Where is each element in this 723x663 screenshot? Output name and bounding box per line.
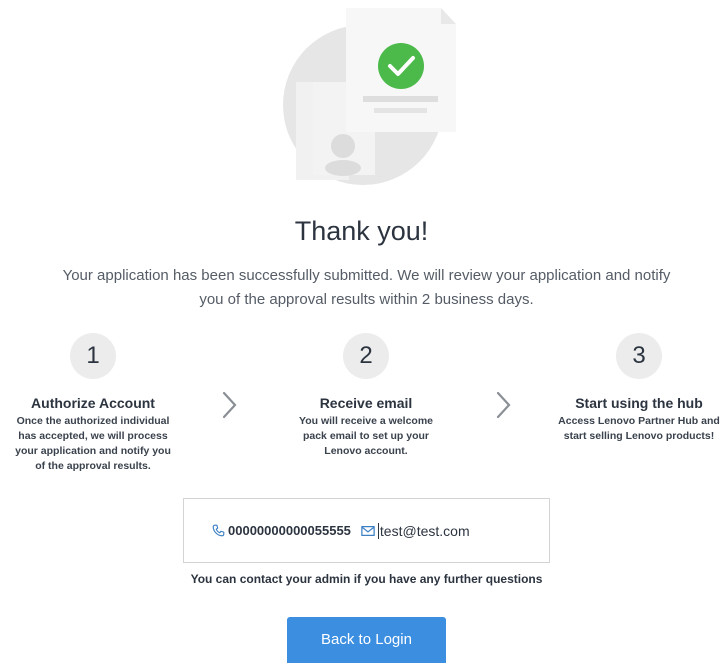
step-authorize-account: 1 Authorize Account Once the authorized … [8, 333, 178, 474]
step-description: You will receive a welcome pack email to… [281, 414, 451, 459]
step-description-line: Once the authorized individual [16, 415, 170, 427]
mail-icon [361, 525, 375, 536]
step-description-line: Lenovo account. [324, 445, 408, 457]
back-to-login-button[interactable]: Back to Login [287, 617, 446, 663]
step-title: Receive email [319, 395, 413, 411]
confirmation-message-line: you of the approval results within 2 bus… [199, 291, 534, 308]
step-number: 2 [343, 333, 389, 379]
confirmation-message-line: Your application has been successfully s… [62, 267, 671, 284]
chevron-right-icon [496, 391, 511, 419]
phone-number: 00000000000055555 [228, 523, 351, 538]
chevron-right-icon [222, 391, 237, 419]
step-number: 1 [70, 333, 116, 379]
step-receive-email: 2 Receive email You will receive a welco… [281, 333, 451, 459]
step-description-line: Access Lenovo Partner Hub and [558, 415, 720, 427]
step-description-line: You will receive a welcome [298, 415, 434, 427]
admin-contact-box: 00000000000055555 test@test.com [183, 498, 550, 563]
step-number: 3 [616, 333, 662, 379]
confirmation-message: Your application has been successfully s… [50, 264, 683, 312]
phone-icon [212, 524, 225, 537]
step-title: Authorize Account [31, 395, 155, 411]
document-check-icon [283, 8, 456, 185]
email-address: test@test.com [377, 522, 470, 539]
step-description-line: pack email to set up your [302, 430, 430, 442]
step-description-line: has accepted, we will process [18, 430, 168, 442]
step-description: Access Lenovo Partner Hub and start sell… [554, 414, 723, 444]
hero-illustration [283, 0, 463, 195]
admin-email[interactable]: test@test.com [361, 522, 470, 539]
page-title: Thank you! [294, 216, 429, 246]
step-description-line: start selling Lenovo products! [563, 430, 715, 442]
step-title: Start using the hub [575, 395, 703, 411]
step-description: Once the authorized individual has accep… [8, 414, 178, 474]
admin-phone[interactable]: 00000000000055555 [212, 523, 351, 538]
step-start-using-hub: 3 Start using the hub Access Lenovo Part… [554, 333, 723, 444]
step-description-line: your application and notify you [15, 445, 171, 457]
step-description-line: of the approval results. [35, 460, 151, 472]
contact-admin-note: You can contact your admin if you have a… [190, 572, 543, 586]
